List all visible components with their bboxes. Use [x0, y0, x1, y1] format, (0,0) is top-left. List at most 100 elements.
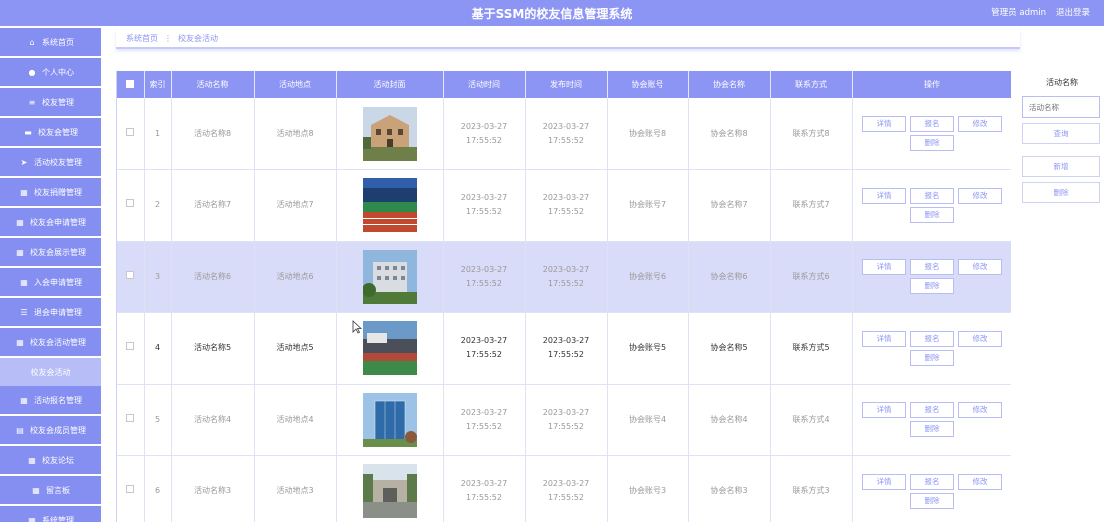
sidebar-item[interactable]: ☰ 退会申请管理: [0, 298, 101, 326]
sidebar-item[interactable]: ➤ 活动校友管理: [0, 148, 101, 176]
index-cell: 2: [144, 169, 172, 242]
actions-cell: 详情 报名 修改 删除: [852, 312, 1011, 385]
signup-button[interactable]: 报名: [910, 259, 954, 276]
table-row[interactable]: 5 活动名称4 活动地点4 2023-03-27 17:55:52 2023-03-27…: [117, 384, 1011, 456]
detail-button[interactable]: 详情: [862, 402, 906, 419]
grid-icon: ▦: [16, 337, 24, 347]
delete-button[interactable]: 删除: [910, 349, 954, 366]
activity-table-container: 索引 活动名称 活动地点 活动封面 活动时间 发布时间 协会账号 协会名称 联系…: [116, 71, 1011, 522]
sidebar-item[interactable]: ▤ 校友会成员管理: [0, 416, 101, 444]
signup-button[interactable]: 报名: [910, 473, 954, 490]
current-user: 管理员 admin: [991, 8, 1046, 18]
detail-button[interactable]: 详情: [862, 187, 906, 204]
association-account-cell: 协会账号7: [607, 169, 689, 242]
edit-button[interactable]: 修改: [958, 330, 1002, 347]
table-row[interactable]: 2 活动名称7 活动地点7 2023-03-27 17:55:52 2023-03-27…: [117, 169, 1011, 242]
delete-button[interactable]: 删除: [910, 492, 954, 509]
signup-button[interactable]: 报名: [910, 402, 954, 419]
signup-button[interactable]: 报名: [910, 330, 954, 347]
contact-cell: 联系方式7: [770, 169, 853, 242]
sidebar-item-label: 校友会申请管理: [30, 217, 86, 227]
activity-cover-image[interactable]: [362, 106, 417, 161]
sidebar-item[interactable]: ▦ 留言板: [0, 476, 101, 504]
sidebar-item[interactable]: ⌂ 系统首页: [0, 28, 101, 56]
sidebar-item-label: 校友会活动: [30, 367, 71, 377]
row-checkbox[interactable]: [126, 342, 135, 351]
column-header: 联系方式: [770, 71, 853, 98]
user-icon: ●: [28, 67, 36, 77]
select-all-header[interactable]: [117, 71, 145, 98]
query-button[interactable]: 查询: [1022, 123, 1100, 144]
delete-button[interactable]: 删除: [910, 206, 954, 223]
sidebar-item[interactable]: ● 个人中心: [0, 58, 101, 86]
contact-cell: 联系方式6: [770, 241, 853, 313]
contact-cell: 联系方式5: [770, 312, 853, 385]
sidebar-item[interactable]: ▦ 校友会申请管理: [0, 208, 101, 236]
activity-cover-image[interactable]: [362, 321, 417, 376]
top-bar: 基于SSM的校友信息管理系统 管理员 admin 退出登录: [0, 0, 1104, 26]
row-select-cell[interactable]: [117, 384, 145, 456]
sidebar-item[interactable]: ▦ 入会申请管理: [0, 268, 101, 296]
edit-button[interactable]: 修改: [958, 116, 1002, 132]
sidebar-item[interactable]: ▦ 校友捐赠管理: [0, 178, 101, 206]
association-account-cell: 协会账号6: [607, 241, 689, 313]
sidebar-item[interactable]: ▦ 校友会展示管理: [0, 238, 101, 266]
add-button[interactable]: 新增: [1022, 156, 1100, 177]
detail-button[interactable]: 详情: [862, 330, 906, 347]
sidebar-item[interactable]: ▬ 校友会管理: [0, 118, 101, 146]
activity-cover-image[interactable]: [362, 464, 417, 519]
row-checkbox[interactable]: [126, 127, 135, 136]
activity-place-cell: 活动地点6: [254, 241, 337, 313]
row-select-cell[interactable]: [117, 455, 145, 522]
edit-button[interactable]: 修改: [958, 187, 1002, 204]
sidebar-item-label: 个人中心: [42, 67, 74, 77]
row-select-cell[interactable]: [117, 98, 145, 170]
contact-cell: 联系方式8: [770, 98, 853, 170]
select-all-checkbox[interactable]: [126, 79, 135, 88]
row-select-cell[interactable]: [117, 169, 145, 242]
table-row[interactable]: 4 活动名称5 活动地点5 2023-03-27 17:55:52 2023-03-27…: [117, 312, 1011, 385]
sidebar-item[interactable]: 校友会活动: [0, 358, 101, 386]
sidebar-item[interactable]: ▦ 校友论坛: [0, 446, 101, 474]
detail-button[interactable]: 详情: [862, 259, 906, 276]
sidebar-item[interactable]: ≡ 校友管理: [0, 88, 101, 116]
edit-button[interactable]: 修改: [958, 402, 1002, 419]
table-row[interactable]: 1 活动名称8 活动地点8 2023-03-27 17:55:52 2023-03-27…: [117, 98, 1011, 170]
delete-button[interactable]: 删除: [910, 421, 954, 438]
row-select-cell[interactable]: [117, 312, 145, 385]
activity-time-cell: 2023-03-27 17:55:52: [443, 98, 526, 170]
activity-name-cell: 活动名称3: [171, 455, 255, 522]
edit-button[interactable]: 修改: [958, 259, 1002, 276]
row-checkbox[interactable]: [126, 270, 135, 279]
edit-button[interactable]: 修改: [958, 473, 1002, 490]
activity-place-cell: 活动地点4: [254, 384, 337, 456]
activity-cover-image[interactable]: [362, 392, 417, 447]
delete-button[interactable]: 删除: [910, 135, 954, 151]
table-header-row: 索引 活动名称 活动地点 活动封面 活动时间 发布时间 协会账号 协会名称 联系…: [117, 71, 1011, 98]
table-row[interactable]: 3 活动名称6 活动地点6 2023-03-27 17:55:52 2023-03-27…: [117, 241, 1011, 313]
breadcrumb-home[interactable]: 系统首页: [126, 33, 158, 44]
activity-cover-image[interactable]: [362, 178, 417, 233]
sidebar-item[interactable]: ▦ 系统管理: [0, 506, 101, 522]
signup-button[interactable]: 报名: [910, 187, 954, 204]
batch-delete-button[interactable]: 删除: [1022, 182, 1100, 203]
sidebar-item[interactable]: ▦ 校友会活动管理: [0, 328, 101, 356]
row-checkbox[interactable]: [126, 413, 135, 422]
row-checkbox[interactable]: [126, 485, 135, 494]
logout-link[interactable]: 退出登录: [1056, 6, 1090, 18]
activity-name-search-input[interactable]: [1022, 96, 1100, 118]
signup-button[interactable]: 报名: [910, 116, 954, 132]
detail-button[interactable]: 详情: [862, 116, 906, 132]
activity-name-cell: 活动名称8: [171, 98, 255, 170]
grid-icon: ▦: [32, 485, 40, 495]
row-checkbox[interactable]: [126, 199, 135, 208]
delete-button[interactable]: 删除: [910, 278, 954, 295]
breadcrumb: 系统首页 ⋮ 校友会活动: [116, 29, 1020, 49]
detail-button[interactable]: 详情: [862, 473, 906, 490]
sidebar-item[interactable]: ▦ 活动报名管理: [0, 386, 101, 414]
row-select-cell[interactable]: [117, 241, 145, 313]
activity-cover-image[interactable]: [362, 249, 417, 304]
table-row[interactable]: 6 活动名称3 活动地点3 2023-03-27 17:55:52 2023-03-27…: [117, 455, 1011, 522]
index-cell: 5: [144, 384, 172, 456]
activity-time-cell: 2023-03-27 17:55:52: [443, 455, 526, 522]
